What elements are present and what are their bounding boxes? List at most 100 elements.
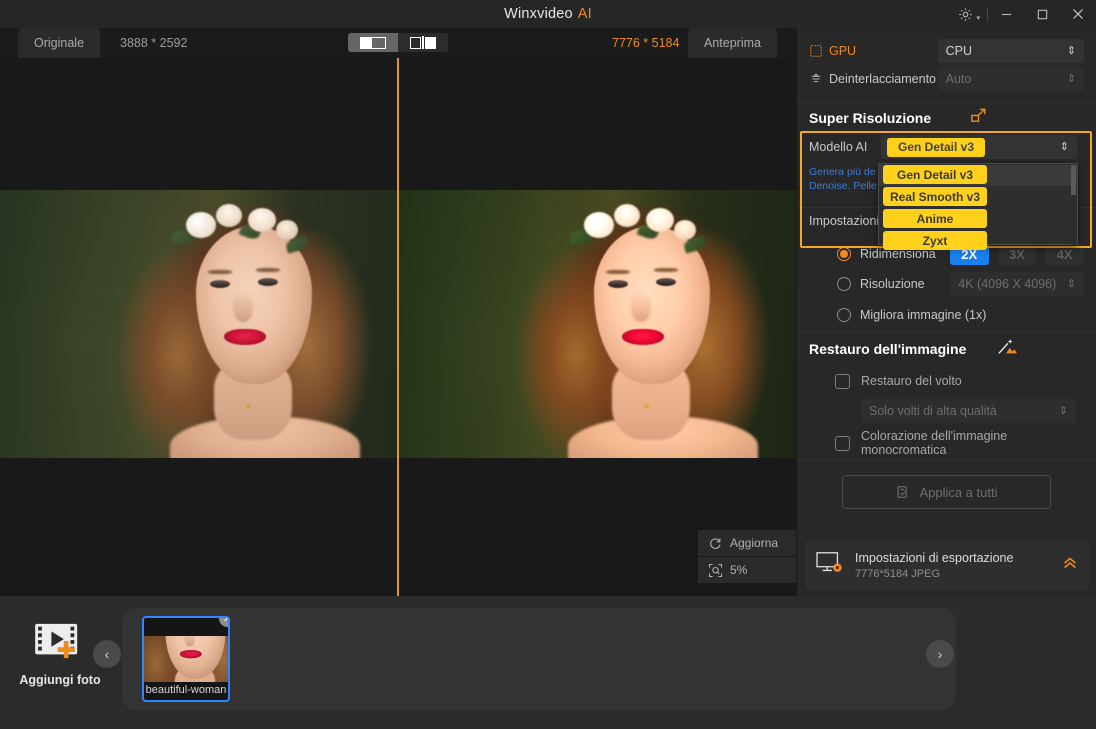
minimize-icon [1001,13,1011,15]
export-title: Impostazioni di esportazione [855,550,1014,565]
apply-all-button[interactable]: Applica a tutti [842,475,1051,509]
expand-icon[interactable] [969,106,988,130]
dropdown-option-real-smooth-v3[interactable]: Real Smooth v3 [883,187,987,206]
maximize-button[interactable] [1024,0,1060,28]
thumbnail-remove-button[interactable]: ✕ [219,618,228,627]
media-tray [122,608,956,710]
dropdown-scrollbar[interactable] [1071,165,1076,245]
window-controls: ▾ [943,0,1096,28]
colorize-checkbox[interactable] [835,435,850,451]
app-title: Winxvideo AI [504,6,592,22]
preview-controls: Aggiorna 5% [698,530,796,583]
preview-dimensions: 7776 * 5184 [612,28,679,58]
single-pane-icon [360,36,386,49]
gpu-icon [809,44,823,58]
zoom-level-button[interactable]: 5% [698,557,796,583]
gear-icon [958,7,972,21]
view-mode-single-button[interactable] [348,33,398,52]
dropdown-option-zyxt[interactable]: Zyxt [883,231,987,250]
dropdown-option-anime[interactable]: Anime [883,209,987,228]
thumbnail-image [144,636,228,682]
chevron-updown-icon: ⇕ [1066,44,1076,57]
dropdown-option-row[interactable]: Zyxt [879,231,1077,252]
app-title-ai: AI [577,6,592,22]
export-settings-bar[interactable]: Impostazioni di esportazione 7776*5184 J… [805,540,1089,590]
colorize-label: Colorazione dell'immagine monocromatica [861,429,1008,457]
tray-prev-button[interactable]: ‹ [93,640,121,668]
view-mode-split-button[interactable] [398,33,448,52]
chevron-updown-icon: ⇕ [1066,72,1076,85]
gpu-select[interactable]: CPU ⇕ [937,39,1084,63]
media-thumbnail[interactable]: ✕ beautiful-w [142,616,230,702]
dropdown-option-row[interactable]: Gen Detail v3 [879,165,1077,186]
preview-area[interactable]: Aggiorna 5% [0,58,796,596]
magic-wand-icon [996,337,1018,362]
chevron-up-double-icon[interactable] [1061,554,1079,577]
dropdown-option-row[interactable]: Real Smooth v3 [879,187,1077,208]
enhance-radio[interactable] [837,308,851,322]
settings-label: Impostazioni [809,213,880,228]
face-restore-label: Restauro del volto [861,374,962,388]
refresh-button[interactable]: Aggiorna [698,530,796,556]
refresh-icon [710,537,721,549]
minimize-button[interactable] [988,0,1024,28]
bottom-bar-inner: ▾ Aggiungi foto ‹ › ✕ [0,596,1096,722]
model-ai-label: Modello AI [809,140,868,154]
clipboard-check-icon [898,486,908,498]
deinterlace-value: Auto [945,72,972,86]
maximize-icon [1037,9,1047,19]
add-photo-icon: ▾ [31,620,99,667]
preview-image-content [398,190,796,458]
face-restore-row[interactable]: Restauro del volto [797,366,1096,396]
dropdown-option-row[interactable]: Anime [879,209,1077,230]
enhance-row[interactable]: Migliora immagine (1x) [797,299,1096,331]
tab-original[interactable]: Originale [18,28,101,58]
tab-original-label: Originale [34,36,85,50]
deinterlace-select[interactable]: Auto ⇕ [937,67,1084,91]
dropdown-option-gen-detail-v3[interactable]: Gen Detail v3 [883,165,987,184]
chevron-left-icon: ‹ [104,646,110,662]
chevron-updown-icon: ⇕ [1066,277,1076,290]
model-description: Genera più de Denoise. Pelle [809,166,877,193]
winxvideo-ai-window: Winxvideo AI ▾ Originale 3888 * 2592 777… [0,0,1096,729]
zoom-icon [708,563,723,577]
super-resolution-title: Super Risoluzione [809,110,932,126]
chevron-updown-icon: ⇕ [1058,404,1068,417]
export-monitor-icon [815,550,845,581]
original-dimensions: 3888 * 2592 [120,28,187,58]
comparison-split-handle[interactable] [397,58,399,596]
gpu-row: GPU CPU ⇕ [797,38,1096,64]
resolution-radio[interactable] [837,277,851,291]
model-ai-select[interactable]: Gen Detail v3 ⇕ [881,135,1077,159]
gpu-label: GPU [829,44,857,58]
face-restore-checkbox[interactable] [835,373,850,389]
chevron-updown-icon: ⇕ [1059,140,1069,153]
tray-next-button[interactable]: › [926,640,954,668]
resolution-row[interactable]: Risoluzione 4K (4096 X 4096) ⇕ [797,269,1096,299]
resize-radio[interactable] [837,247,851,261]
tab-preview[interactable]: Anteprima [688,28,777,58]
apply-all-wrap: Applica a tutti [797,461,1096,509]
resolution-value: 4K (4096 X 4096) [958,277,1057,291]
resolution-select[interactable]: 4K (4096 X 4096) ⇕ [950,272,1084,296]
restore-title: Restauro dell'immagine [809,341,967,357]
export-subtitle: 7776*5184 JPEG [855,567,941,580]
image-restore-section: Restauro dell'immagine Restauro del volt… [797,332,1096,461]
view-mode-toggle [348,33,448,52]
face-quality-value: Solo volti di alta qualità [869,404,997,418]
enhance-label: Migliora immagine (1x) [860,308,987,322]
model-ai-value: Gen Detail v3 [887,137,985,157]
original-image-content [0,190,398,458]
deinterlace-row: Deinterlacciamento Auto ⇕ [797,66,1096,92]
settings-gear-button[interactable]: ▾ [943,0,987,28]
colorize-row[interactable]: Colorazione dell'immagine monocromatica [797,426,1096,460]
add-photo-label: Aggiungi foto [19,673,101,687]
close-button[interactable] [1060,0,1096,28]
bottom-bar: ▾ Aggiungi foto ‹ › ✕ [0,596,1096,729]
restore-header: Restauro dell'immagine [797,332,1096,366]
resolution-label: Risoluzione [860,277,925,291]
face-quality-row[interactable]: Solo volti di alta qualità ⇕ [797,396,1096,426]
close-icon: ✕ [223,618,228,625]
face-quality-select[interactable]: Solo volti di alta qualità ⇕ [861,399,1076,423]
model-ai-dropdown[interactable]: Gen Detail v3 Real Smooth v3 Anime Zyxt [878,163,1078,250]
